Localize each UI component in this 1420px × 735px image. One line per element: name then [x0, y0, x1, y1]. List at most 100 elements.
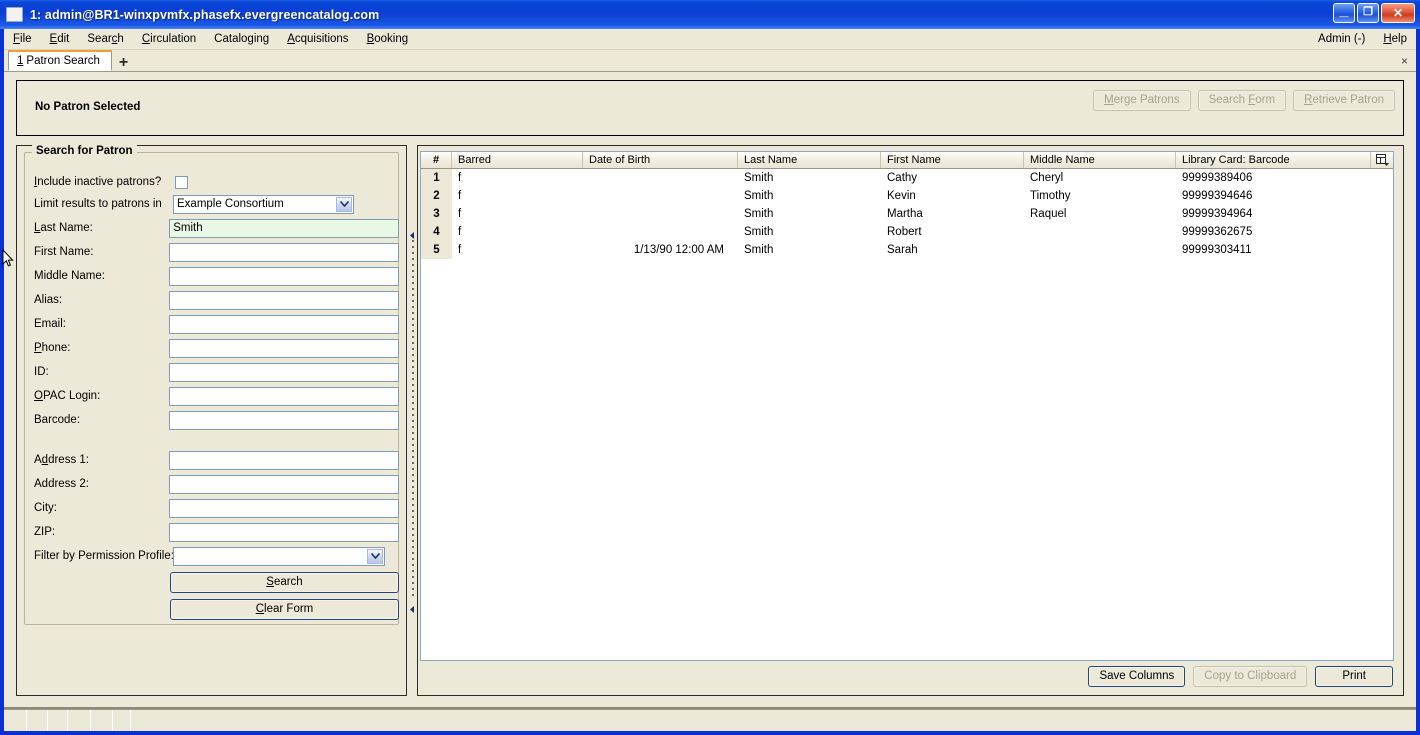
phone-label: Phone:	[34, 342, 71, 354]
address-2-field[interactable]	[169, 474, 399, 494]
search-button[interactable]: Search	[170, 571, 399, 593]
column-picker-icon[interactable]	[1371, 152, 1393, 168]
cell-last-name: Smith	[744, 172, 774, 184]
menu-cataloging[interactable]: Cataloging	[205, 31, 278, 48]
pane-splitter[interactable]	[406, 145, 418, 696]
permission-profile-label: Filter by Permission Profile:	[34, 550, 174, 562]
menu-help[interactable]: Help	[1374, 31, 1416, 48]
table-row[interactable]: 1 f Smith Cathy Cheryl 99999389406	[421, 169, 1393, 187]
cell-last-name: Smith	[744, 226, 774, 238]
cell-barred: f	[458, 190, 462, 202]
print-button[interactable]: Print	[1315, 666, 1393, 687]
row-search-button: Search	[26, 570, 399, 594]
cell-barcode: 99999394964	[1182, 208, 1253, 220]
opac-login-field[interactable]	[169, 386, 399, 406]
maximize-button[interactable]: ❐	[1357, 3, 1379, 23]
table-row[interactable]: 4 f Smith Robert 99999362675	[421, 223, 1393, 241]
email-label: Email:	[34, 318, 66, 330]
retrieve-patron-button[interactable]: Retrieve Patron	[1293, 90, 1395, 111]
menu-file[interactable]: File	[4, 31, 41, 48]
cell-middle-name: Cheryl	[1030, 172, 1064, 184]
patron-status-label: No Patron Selected	[35, 101, 141, 113]
middle-name-field[interactable]	[169, 266, 399, 286]
column-header-last-name[interactable]: Last Name	[738, 152, 881, 168]
main-content: Search for Patron Include inactive patro…	[16, 145, 1404, 696]
first-name-field[interactable]	[169, 242, 399, 262]
row-email: Email:	[26, 312, 399, 336]
minimize-button[interactable]: _	[1333, 3, 1355, 23]
id-field[interactable]	[169, 362, 399, 382]
row-last-name: Last Name:	[26, 216, 399, 240]
cell-num: 1	[421, 169, 452, 187]
row-limit-results: Limit results to patrons in Example Cons…	[26, 192, 399, 216]
menu-admin[interactable]: Admin (-)	[1309, 31, 1374, 48]
last-name-label: Last Name:	[34, 222, 93, 234]
status-cell-1	[4, 710, 27, 731]
last-name-field[interactable]	[169, 218, 399, 238]
column-header-middle-name[interactable]: Middle Name	[1024, 152, 1176, 168]
limit-results-select[interactable]: Example Consortium	[173, 194, 354, 214]
alias-field[interactable]	[169, 290, 399, 310]
column-header-dob[interactable]: Date of Birth	[583, 152, 738, 168]
zip-field[interactable]	[169, 522, 399, 542]
menu-search[interactable]: Search	[78, 31, 132, 48]
table-row[interactable]: 5 f 1/13/90 12:00 AM Smith Sarah 9999930…	[421, 241, 1393, 259]
permission-profile-select[interactable]	[173, 546, 385, 566]
close-tab-icon[interactable]: ×	[1401, 54, 1408, 68]
clear-form-button[interactable]: Clear Form	[170, 598, 399, 620]
email-field[interactable]	[169, 314, 399, 334]
alias-label: Alias:	[34, 294, 63, 306]
menu-edit[interactable]: Edit	[41, 31, 79, 48]
search-panel: Search for Patron Include inactive patro…	[16, 145, 406, 696]
splitter-collapse-left-icon[interactable]	[409, 230, 416, 239]
barcode-field[interactable]	[169, 410, 399, 430]
city-field[interactable]	[169, 498, 399, 518]
row-opac-login: OPAC Login:	[26, 384, 399, 408]
address-1-field[interactable]	[169, 450, 399, 470]
patron-results-grid: # Barred Date of Birth Last Name First N…	[420, 151, 1394, 661]
grid-body: 1 f Smith Cathy Cheryl 99999389406 2 f S…	[421, 169, 1393, 259]
splitter-collapse-left-icon-bottom[interactable]	[409, 604, 416, 613]
search-form-button[interactable]: Search Form	[1197, 90, 1287, 111]
menu-acquisitions[interactable]: Acquisitions	[278, 31, 357, 48]
results-panel: # Barred Date of Birth Last Name First N…	[418, 145, 1404, 696]
grid-header-row: # Barred Date of Birth Last Name First N…	[421, 152, 1393, 169]
cell-num: 3	[421, 205, 452, 223]
column-header-num[interactable]: #	[421, 152, 452, 168]
column-header-first-name[interactable]: First Name	[881, 152, 1024, 168]
new-tab-button[interactable]: +	[119, 55, 128, 71]
merge-patrons-button[interactable]: Merge Patrons	[1093, 90, 1191, 111]
column-header-library-card-barcode[interactable]: Library Card: Barcode	[1176, 152, 1371, 168]
tab-patron-search[interactable]: 1 Patron Search	[8, 50, 112, 71]
cell-barred: f	[458, 244, 462, 256]
copy-to-clipboard-button[interactable]: Copy to Clipboard	[1193, 666, 1308, 687]
menu-circulation[interactable]: Circulation	[133, 31, 205, 48]
row-barcode: Barcode:	[26, 408, 399, 432]
table-row[interactable]: 3 f Smith Martha Raquel 99999394964	[421, 205, 1393, 223]
limit-results-label: Limit results to patrons in	[34, 198, 162, 210]
limit-results-value: Example Consortium	[177, 198, 284, 210]
row-include-inactive: Include inactive patrons?	[26, 170, 399, 194]
maximize-icon: ❐	[1363, 6, 1373, 18]
patron-header-actions: Merge Patrons Search Form Retrieve Patro…	[1093, 90, 1395, 111]
splitter-grip	[412, 240, 414, 600]
include-inactive-checkbox[interactable]	[175, 175, 188, 189]
row-id: ID:	[26, 360, 399, 384]
menu-booking[interactable]: Booking	[358, 31, 418, 48]
minimize-icon: _	[1339, 2, 1349, 19]
status-cell-2	[27, 710, 48, 731]
column-header-barred[interactable]: Barred	[452, 152, 583, 168]
row-alias: Alias:	[26, 288, 399, 312]
phone-field[interactable]	[169, 338, 399, 358]
cell-barred: f	[458, 172, 462, 184]
save-columns-button[interactable]: Save Columns	[1088, 666, 1186, 687]
group-title: Search for Patron	[32, 145, 137, 157]
close-button[interactable]: ✕	[1381, 3, 1415, 23]
row-permission-profile: Filter by Permission Profile:	[26, 544, 399, 568]
middle-name-label: Middle Name:	[34, 270, 105, 282]
cell-last-name: Smith	[744, 208, 774, 220]
table-row[interactable]: 2 f Smith Kevin Timothy 99999394646	[421, 187, 1393, 205]
id-label: ID:	[34, 366, 49, 378]
city-label: City:	[34, 502, 57, 514]
chevron-down-icon	[367, 548, 383, 564]
